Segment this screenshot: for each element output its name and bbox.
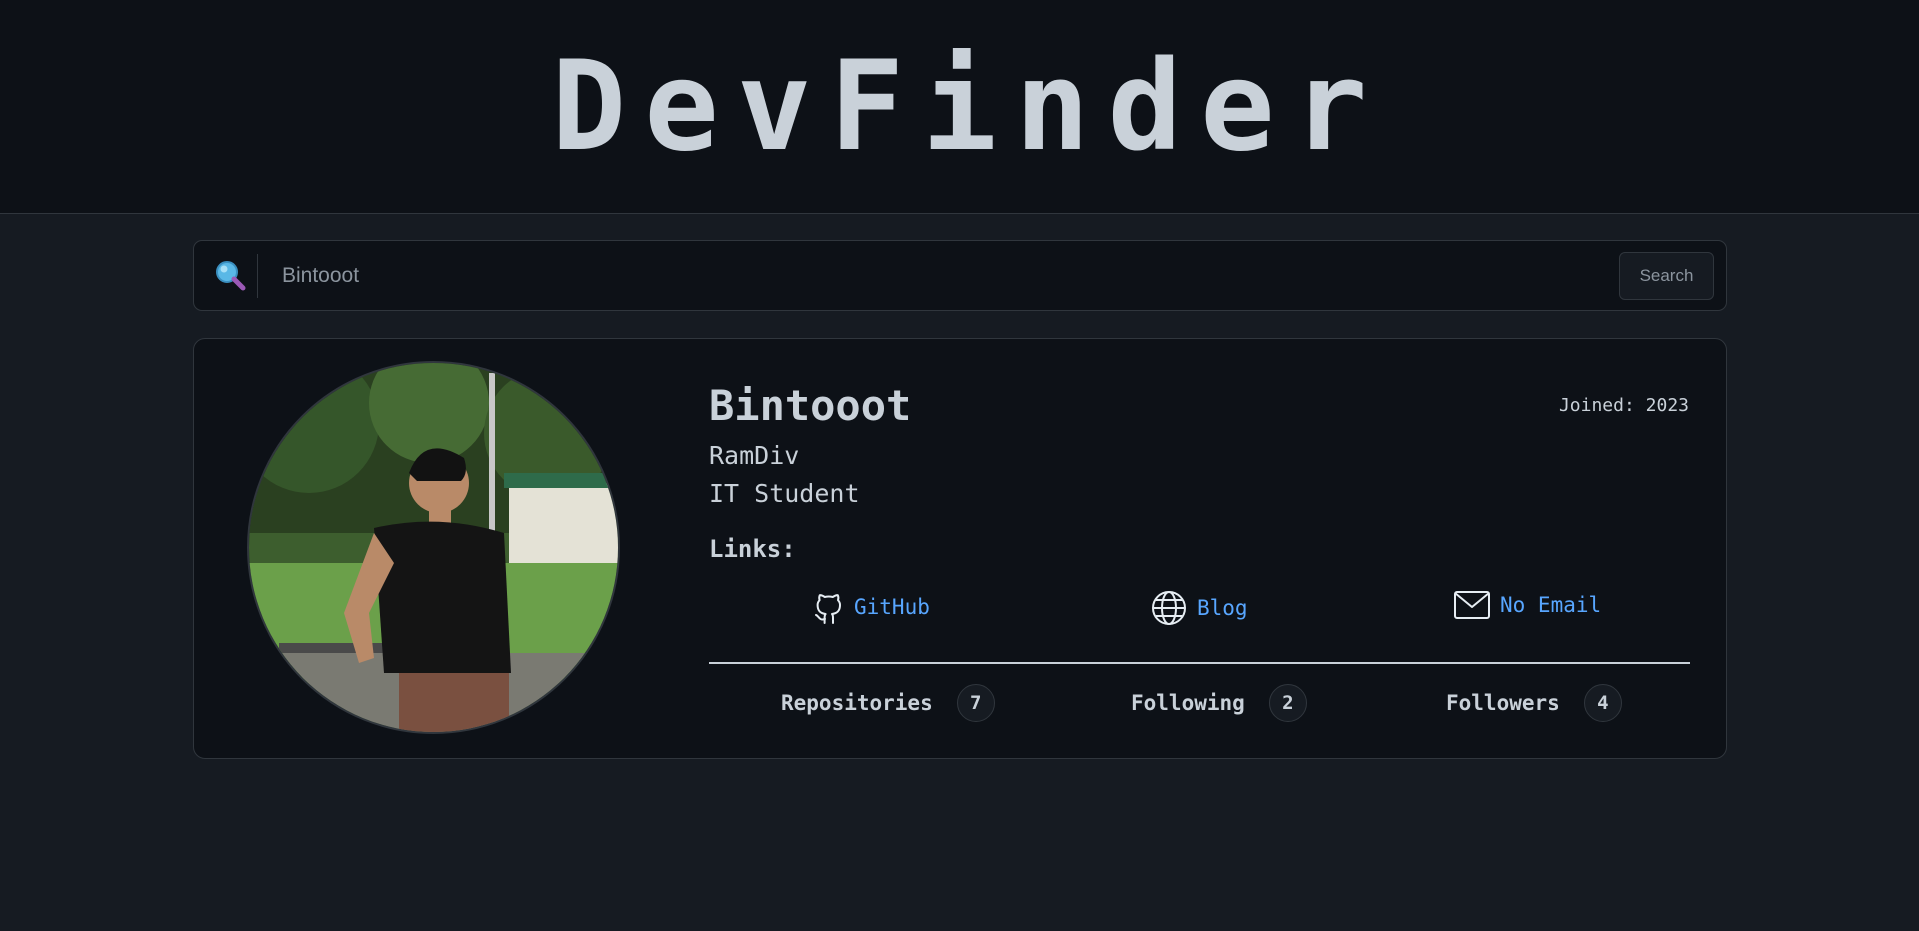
search-divider [257, 253, 258, 298]
stat-label: Following [1131, 691, 1245, 715]
search-bar: Search [193, 240, 1727, 311]
stat-following: Following 2 [1131, 684, 1307, 722]
globe-icon [1151, 590, 1187, 626]
stat-followers: Followers 4 [1446, 684, 1622, 722]
stat-label: Repositories [781, 691, 933, 715]
app-header: DevFinder [0, 0, 1919, 214]
mail-icon [1454, 590, 1490, 620]
stat-count-badge: 7 [956, 684, 995, 722]
profile-login: RamDiv [709, 441, 800, 470]
email-link-label: No Email [1500, 593, 1602, 617]
profile-name: Bintooot [709, 381, 912, 430]
search-input[interactable] [282, 253, 1619, 298]
avatar [247, 361, 620, 734]
stat-repositories: Repositories 7 [781, 684, 995, 722]
profile-bio: IT Student [709, 479, 860, 508]
github-link[interactable]: GitHub [814, 590, 930, 624]
stat-count-badge: 2 [1268, 684, 1307, 722]
search-button[interactable]: Search [1619, 251, 1714, 300]
github-icon [814, 590, 844, 624]
email-link[interactable]: No Email [1454, 590, 1601, 620]
blog-link-label: Blog [1197, 596, 1248, 620]
blog-link[interactable]: Blog [1151, 590, 1248, 626]
stat-label: Followers [1446, 691, 1560, 715]
profile-card: Bintooot Joined: 2023 RamDiv IT Student … [193, 338, 1727, 759]
github-link-label: GitHub [854, 595, 930, 619]
links-heading: Links: [709, 535, 796, 563]
joined-date: Joined: 2023 [1558, 395, 1689, 416]
stat-count-badge: 4 [1583, 684, 1622, 722]
magnifying-glass-icon [214, 259, 248, 293]
stats-divider [709, 662, 1690, 664]
app-title: DevFinder [551, 34, 1386, 179]
